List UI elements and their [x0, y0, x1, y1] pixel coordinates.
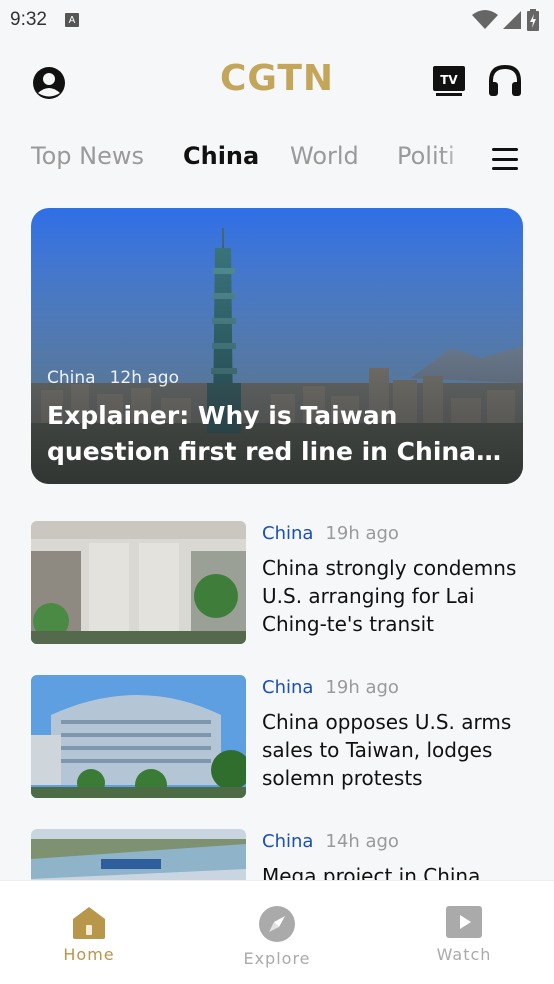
- article-title: China opposes U.S. arms sales to Taiwan,…: [262, 710, 512, 790]
- nav-watch-label: Watch: [436, 945, 492, 964]
- nav-explore-label: Explore: [243, 949, 311, 968]
- wifi-icon: [472, 10, 498, 29]
- article-time: 19h ago: [325, 523, 399, 544]
- hero-category: China: [47, 368, 96, 388]
- battery-icon: [527, 9, 539, 31]
- status-bar: 9:32 A: [0, 0, 554, 40]
- tab-world[interactable]: World: [290, 142, 359, 170]
- article-time: 14h ago: [325, 831, 399, 852]
- tv-icon-label: TV: [440, 73, 458, 87]
- article-thumbnail: [31, 829, 246, 880]
- app-header: CGTN TV: [0, 52, 554, 112]
- nav-home[interactable]: Home: [29, 905, 149, 964]
- article-title: Mega project in China: [262, 864, 481, 880]
- status-time: 9:32: [10, 9, 47, 30]
- article-time: 19h ago: [325, 677, 399, 698]
- tab-top-news[interactable]: Top News: [31, 142, 144, 170]
- article-category: China: [262, 677, 314, 698]
- article-list: China 19h ago China strongly condemns U.…: [0, 520, 554, 880]
- bottom-nav: Home Explore Watch: [0, 880, 554, 984]
- hero-article[interactable]: China 12h ago Explainer: Why is Taiwan q…: [31, 208, 523, 484]
- cgtn-logo: CGTN: [219, 58, 335, 99]
- article-category: China: [262, 523, 314, 544]
- signal-icon: [503, 11, 521, 29]
- play-icon: [446, 906, 482, 938]
- hero-title: Explainer: Why is Taiwan question first …: [47, 401, 487, 466]
- article-title: China strongly condemns U.S. arranging f…: [262, 556, 517, 636]
- home-icon: [73, 907, 105, 939]
- article-item[interactable]: China 14h ago Mega project in China: [31, 829, 523, 880]
- compass-icon: [259, 906, 295, 942]
- tabs-fade: [440, 138, 480, 182]
- notification-icon: A: [64, 13, 79, 27]
- article-category: China: [262, 831, 314, 852]
- article-item[interactable]: China 19h ago China strongly condemns U.…: [31, 521, 523, 645]
- hero-time: 12h ago: [109, 368, 179, 388]
- article-thumbnail: [31, 521, 246, 644]
- tv-icon[interactable]: TV: [432, 65, 466, 97]
- tab-china[interactable]: China: [183, 142, 259, 170]
- hero-text: China 12h ago Explainer: Why is Taiwan q…: [47, 368, 507, 470]
- nav-watch[interactable]: Watch: [404, 905, 524, 964]
- nav-home-label: Home: [63, 945, 115, 964]
- article-item[interactable]: China 19h ago China opposes U.S. arms sa…: [31, 675, 523, 799]
- menu-icon[interactable]: [492, 148, 518, 170]
- headphones-icon[interactable]: [487, 64, 523, 98]
- article-thumbnail: [31, 675, 246, 798]
- nav-explore[interactable]: Explore: [217, 905, 337, 968]
- category-tabs: Top News China World Politi: [0, 138, 554, 182]
